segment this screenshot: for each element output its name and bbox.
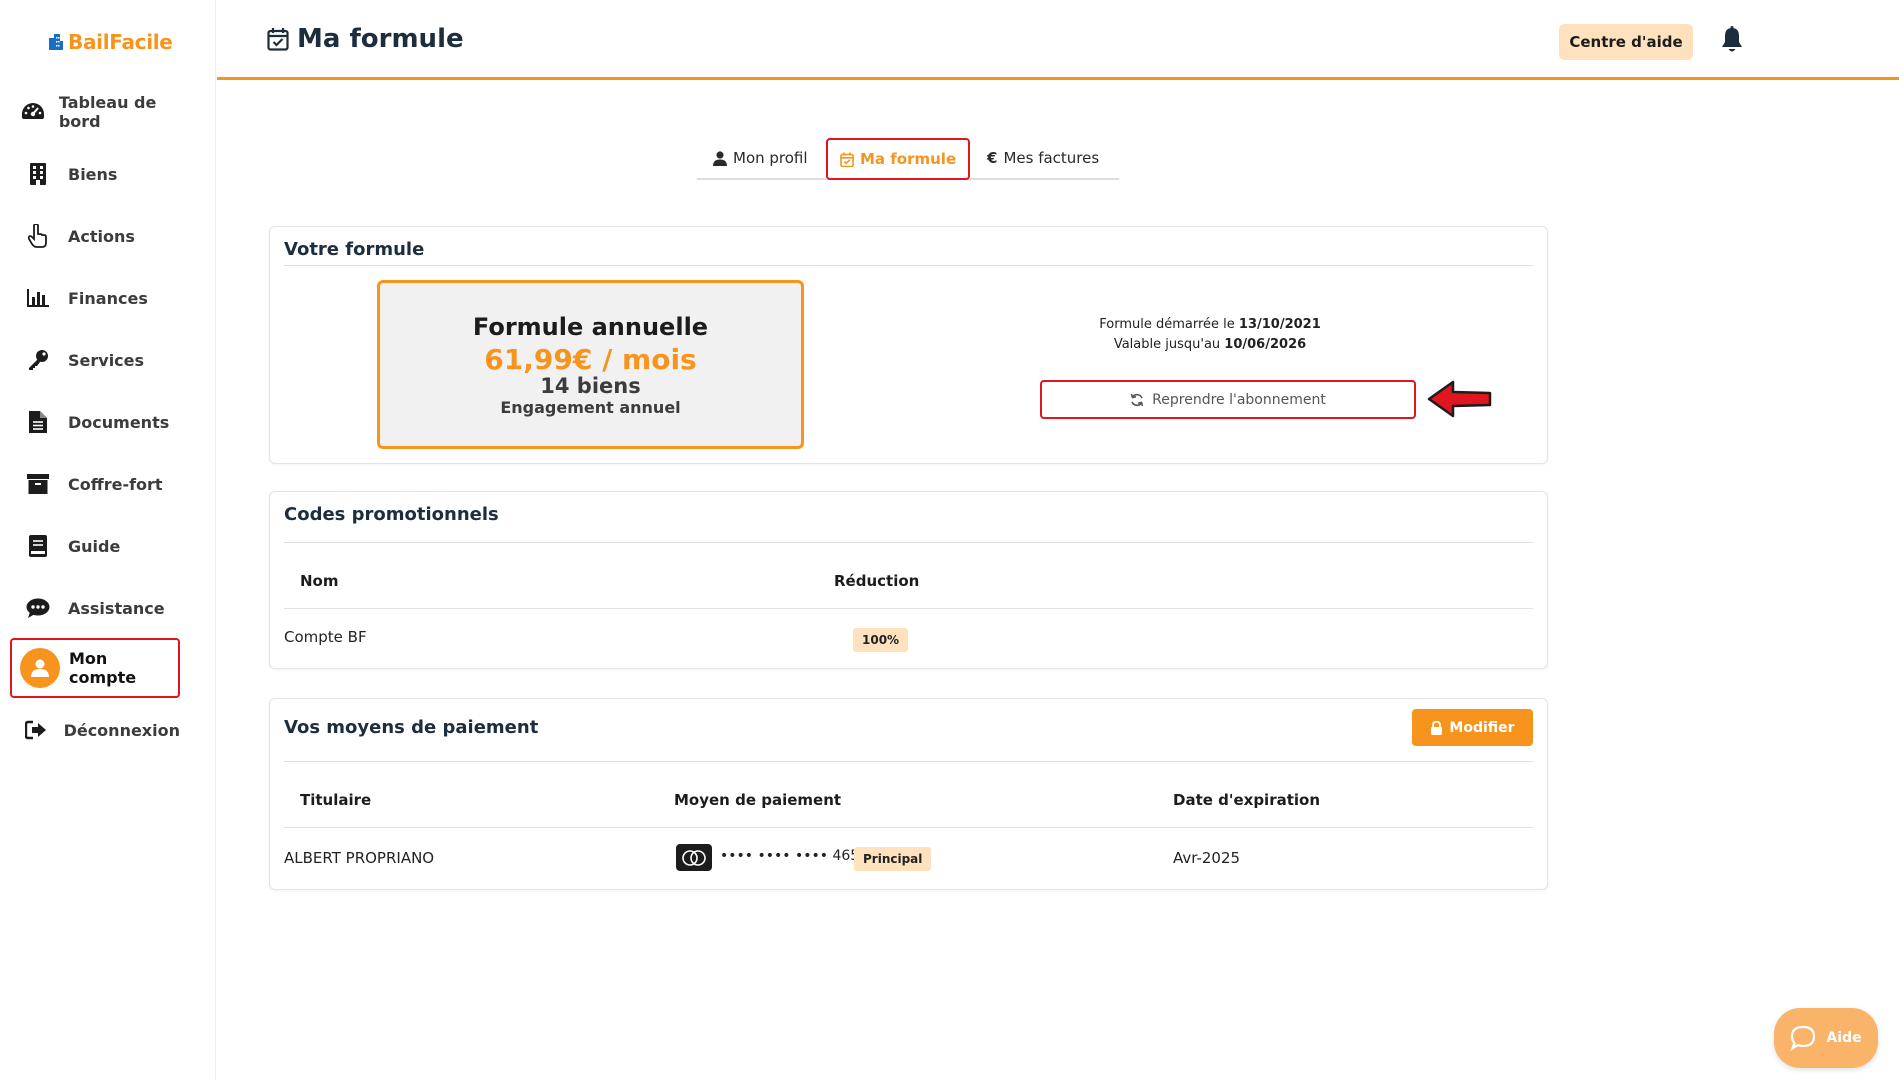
- modify-payment-button[interactable]: Modifier: [1412, 709, 1533, 746]
- help-center-button[interactable]: Centre d'aide: [1559, 24, 1693, 60]
- column-header-moyen: Moyen de paiement: [674, 791, 842, 809]
- sidebar-item-mon-compte[interactable]: Mon compte: [10, 638, 180, 698]
- valid-date-line: Valable jusqu'au 10/06/2026: [1113, 337, 1307, 352]
- top-header: Ma formule Centre d'aide: [217, 0, 1899, 80]
- sidebar-item-label: Mon compte: [69, 649, 137, 687]
- mastercard-icon: [676, 844, 712, 871]
- plan-engagement: Engagement annuel: [500, 398, 681, 417]
- reduction-badge: 100%: [853, 628, 909, 652]
- tab-ma-formule[interactable]: Ma formule: [826, 138, 971, 180]
- card-holder-name: ALBERT PROPRIANO: [284, 849, 435, 867]
- sidebar-item-services[interactable]: Services: [10, 332, 180, 388]
- sidebar-item-label: Finances: [68, 288, 148, 308]
- hand-pointer-icon: [10, 208, 66, 264]
- sidebar-item-label: Tableau de bord: [58, 93, 157, 131]
- promo-code-name: Compte BF: [284, 628, 367, 646]
- sidebar-item-label: Documents: [68, 412, 170, 432]
- calendar-check-icon: [840, 152, 854, 167]
- sidebar-item-label: Services: [68, 350, 145, 370]
- book-icon: [10, 518, 66, 574]
- divider: [284, 761, 1533, 762]
- resume-subscription-button[interactable]: Reprendre l'abonnement: [1040, 380, 1416, 419]
- building-icon: [10, 146, 66, 202]
- euro-icon: €: [987, 149, 998, 167]
- divider: [284, 542, 1533, 543]
- page-title: Ma formule: [267, 24, 464, 54]
- plan-name: Formule annuelle: [472, 313, 709, 341]
- sidebar-item-biens[interactable]: Biens: [10, 146, 180, 202]
- column-header-nom: Nom: [300, 572, 339, 590]
- tab-mes-factures[interactable]: € Mes factures: [975, 138, 1111, 178]
- red-arrow-annotation: [1427, 379, 1493, 423]
- sidebar: BailFacile Tableau de bord Biens Actions…: [0, 0, 216, 1080]
- plan-dates: Formule démarrée le 13/10/2021 Valable j…: [970, 315, 1450, 355]
- chat-bubble-icon: [1790, 1025, 1816, 1051]
- formule-card: Votre formule Formule annuelle 61,99€ / …: [269, 226, 1548, 464]
- tab-label: Mon profil: [733, 149, 808, 167]
- archive-icon: [10, 456, 66, 512]
- principal-badge: Principal: [854, 847, 932, 871]
- column-header-reduction: Réduction: [834, 572, 920, 590]
- tab-label: Ma formule: [860, 150, 957, 168]
- start-date-line: Formule démarrée le 13/10/2021: [1099, 317, 1321, 332]
- sidebar-item-documents[interactable]: Documents: [10, 394, 180, 450]
- divider: [284, 608, 1533, 609]
- section-title: Votre formule: [284, 239, 425, 260]
- refresh-icon: [1130, 393, 1144, 406]
- start-date: 13/10/2021: [1238, 317, 1321, 332]
- card-number: •••• •••• •••• 4659: [720, 848, 869, 864]
- card-expiry: Avr-2025: [1173, 849, 1241, 867]
- sidebar-item-guide[interactable]: Guide: [10, 518, 180, 574]
- sidebar-item-actions[interactable]: Actions: [10, 208, 180, 264]
- bell-icon[interactable]: [1720, 26, 1744, 58]
- modify-label: Modifier: [1449, 719, 1515, 736]
- building-logo-icon: [49, 34, 63, 50]
- tab-mon-profil[interactable]: Mon profil: [701, 138, 820, 178]
- sidebar-item-tableau-de-bord[interactable]: Tableau de bord: [10, 84, 180, 140]
- valid-date: 10/06/2026: [1224, 337, 1307, 352]
- calendar-check-icon: [267, 28, 289, 51]
- section-title: Codes promotionnels: [284, 504, 499, 525]
- sidebar-item-assistance[interactable]: Assistance: [10, 580, 180, 636]
- column-header-titulaire: Titulaire: [300, 791, 372, 809]
- column-header-expiration: Date d'expiration: [1173, 791, 1321, 809]
- tab-label: Mes factures: [1003, 149, 1100, 167]
- divider: [284, 827, 1533, 828]
- sidebar-item-label: Actions: [68, 226, 135, 246]
- lock-icon: [1431, 720, 1443, 735]
- document-icon: [10, 394, 66, 450]
- page-title-text: Ma formule: [297, 24, 464, 54]
- key-icon: [10, 332, 66, 388]
- chat-label: Aide: [1826, 1030, 1862, 1046]
- app-name: BailFacile: [68, 30, 173, 54]
- gauge-icon: [10, 84, 57, 140]
- divider: [284, 265, 1533, 266]
- sidebar-item-coffre-fort[interactable]: Coffre-fort: [10, 456, 180, 512]
- sidebar-item-label: Biens: [68, 164, 118, 184]
- chat-help-button[interactable]: Aide: [1774, 1008, 1878, 1068]
- sidebar-item-label: Guide: [68, 536, 121, 556]
- user-avatar-icon: [12, 640, 67, 696]
- promo-codes-card: Codes promotionnels Nom Réduction Compte…: [269, 491, 1548, 669]
- sidebar-item-label: Déconnexion: [63, 720, 180, 740]
- section-title: Vos moyens de paiement: [284, 717, 539, 738]
- app-logo[interactable]: BailFacile: [48, 30, 173, 54]
- plan-biens: 14 biens: [540, 374, 641, 398]
- bar-chart-icon: [10, 270, 66, 326]
- sign-out-icon: [10, 702, 62, 758]
- plan-box: Formule annuelle 61,99€ / mois 14 biens …: [377, 280, 804, 449]
- user-icon: [713, 150, 727, 166]
- resume-label: Reprendre l'abonnement: [1152, 391, 1326, 408]
- chat-bubble-icon: [10, 580, 66, 636]
- account-tabs: Mon profil Ma formule € Mes factures: [697, 138, 1119, 180]
- sidebar-item-label: Coffre-fort: [68, 474, 163, 494]
- sidebar-item-finances[interactable]: Finances: [10, 270, 180, 326]
- sidebar-item-deconnexion[interactable]: Déconnexion: [10, 702, 180, 758]
- sidebar-item-label: Assistance: [68, 598, 165, 618]
- payment-methods-card: Vos moyens de paiement Modifier Titulair…: [269, 698, 1548, 890]
- plan-price: 61,99€ / mois: [484, 343, 697, 376]
